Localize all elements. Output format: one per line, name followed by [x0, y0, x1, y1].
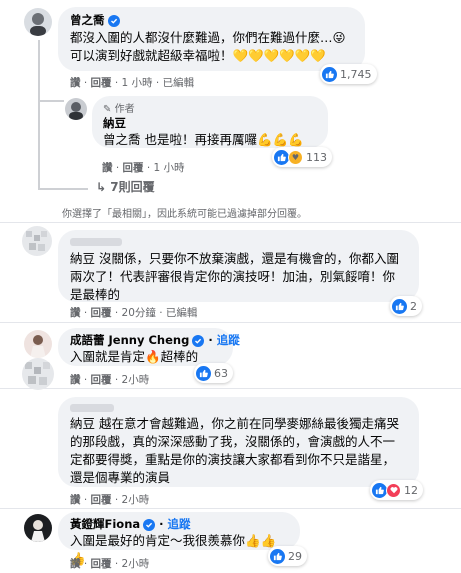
reaction-count[interactable]: 63 [194, 363, 233, 383]
comment-actions: 讚 · 回覆 · 2小時 [70, 558, 150, 570]
like-button[interactable]: 讚 [70, 374, 81, 386]
reaction-count[interactable]: 2 [390, 296, 422, 316]
divider [0, 388, 461, 389]
author-badge-icon: ✎ [103, 104, 112, 115]
divider [0, 508, 461, 509]
timestamp[interactable]: 2小時 [122, 374, 150, 386]
reply-button[interactable]: 回覆 [123, 162, 144, 174]
comment-author[interactable]: 黃鐙輝Fiona [70, 517, 140, 531]
reply-button[interactable]: 回覆 [91, 77, 112, 89]
reply-author[interactable]: 納豆 [103, 115, 317, 131]
author-badge: 作者 [114, 104, 135, 115]
reply-button[interactable]: 回覆 [91, 374, 112, 386]
comment-actions: 讚 · 回覆 · 20分鐘 · 已編輯 [70, 307, 198, 319]
timestamp[interactable]: 1 小時 [122, 77, 153, 89]
reply-bubble: ✎ 作者 納豆 曾之喬 也是啦！再接再厲囉💪💪💪 [92, 96, 328, 148]
blurred-author-name [70, 238, 122, 246]
comment-author[interactable]: 曾之喬 [70, 13, 105, 27]
reply-button[interactable]: 回覆 [91, 307, 112, 319]
comment-actions: 讚 · 回覆 · 1 小時 · 已編輯 [70, 77, 195, 89]
like-reaction-icon [322, 66, 337, 82]
reply-actions: 讚 · 回覆 · 1 小時 [102, 162, 185, 174]
blurred-author-name [70, 404, 114, 412]
edited-label: 已編輯 [162, 77, 195, 89]
avatar-blurred[interactable] [22, 358, 54, 390]
like-button[interactable]: 讚 [102, 162, 113, 174]
filter-notice: 你選擇了「最相關」，因此系統可能已過濾掉部分回覆。 [62, 209, 307, 220]
timestamp[interactable]: 2小時 [122, 558, 150, 570]
divider [0, 322, 461, 323]
thread-branch [38, 100, 64, 102]
follow-button[interactable]: 追蹤 [217, 333, 240, 347]
avatar-jenny[interactable] [24, 330, 52, 358]
reaction-count[interactable]: ♥ 113 [272, 147, 332, 167]
comment-text: 都沒入圍的人都沒什麼難過，你們在難過什麼…😜 可以演到好戲就超級幸福啦！💛💛💛💛… [70, 30, 346, 63]
comment-actions: 讚 · 回覆 · 2小時 [70, 494, 150, 506]
edited-label: 已編輯 [165, 307, 198, 319]
like-button[interactable]: 讚 [70, 494, 81, 506]
love-reaction-icon [386, 482, 401, 498]
comment-bubble-4: 成語蕾 Jenny Cheng · 追蹤 入圍就是肯定🔥超棒的 [58, 328, 240, 366]
thread-branch [38, 188, 88, 190]
like-reaction-icon [392, 298, 407, 314]
like-button[interactable]: 讚 [70, 307, 81, 319]
comment-bubble-3: 納豆 沒關係，只要你不放棄演戲，還是有機會的，你都入圍兩次了！代表評審很肯定你的… [58, 230, 419, 302]
comment-bubble-1: 曾之喬 都沒入圍的人都沒什麼難過，你們在難過什麼…😜 可以演到好戲就超級幸福啦！… [58, 7, 365, 71]
verified-badge-icon [143, 519, 156, 531]
reaction-count[interactable]: 12 [370, 480, 423, 500]
reaction-count[interactable]: 1,745 [320, 64, 377, 84]
like-button[interactable]: 讚 [70, 77, 81, 89]
avatar-natto[interactable] [65, 98, 87, 120]
avatar-fiona[interactable] [24, 514, 52, 542]
reply-arrow-icon: ↳ [96, 180, 107, 194]
reply-button[interactable]: 回覆 [91, 494, 112, 506]
like-reaction-icon [196, 365, 211, 381]
avatar-zeng[interactable] [24, 8, 52, 36]
avatar-blurred[interactable] [22, 226, 52, 256]
reply-button[interactable]: 回覆 [91, 558, 112, 570]
comment-text: 納豆 沒關係，只要你不放棄演戲，還是有機會的，你都入圍兩次了！代表評審很肯定你的… [70, 251, 399, 302]
timestamp[interactable]: 2小時 [122, 494, 150, 506]
divider [0, 222, 461, 223]
verified-badge-icon [192, 335, 205, 347]
like-button[interactable]: 讚 [70, 558, 81, 570]
timestamp[interactable]: 1 小時 [154, 162, 185, 174]
view-more-replies[interactable]: ↳ 7則回覆 [96, 178, 155, 195]
like-reaction-icon [270, 548, 285, 564]
comment-bubble-5: 納豆 越在意才會越難過，你之前在同學麥娜絲最後獨走痛哭的那段戲，真的深深感動了我… [58, 397, 419, 487]
timestamp[interactable]: 20分鐘 [122, 307, 156, 319]
like-reaction-icon [274, 149, 289, 165]
reaction-count[interactable]: 29 [268, 546, 307, 566]
comment-text: 納豆 越在意才會越難過，你之前在同學麥娜絲最後獨走痛哭的那段戲，真的深深感動了我… [70, 416, 399, 485]
like-reaction-icon [372, 482, 387, 498]
care-reaction-icon: ♥ [288, 149, 303, 165]
comment-bubble-6: 黃鐙輝Fiona · 追蹤 入圍是最好的肯定～我很羨慕你👍👍👍 [58, 512, 300, 566]
comment-actions: 讚 · 回覆 · 2小時 [70, 374, 150, 386]
comment-author[interactable]: 成語蕾 Jenny Cheng [70, 333, 189, 347]
verified-badge-icon [107, 15, 120, 27]
follow-button[interactable]: 追蹤 [168, 517, 191, 531]
thread-line [38, 40, 40, 190]
